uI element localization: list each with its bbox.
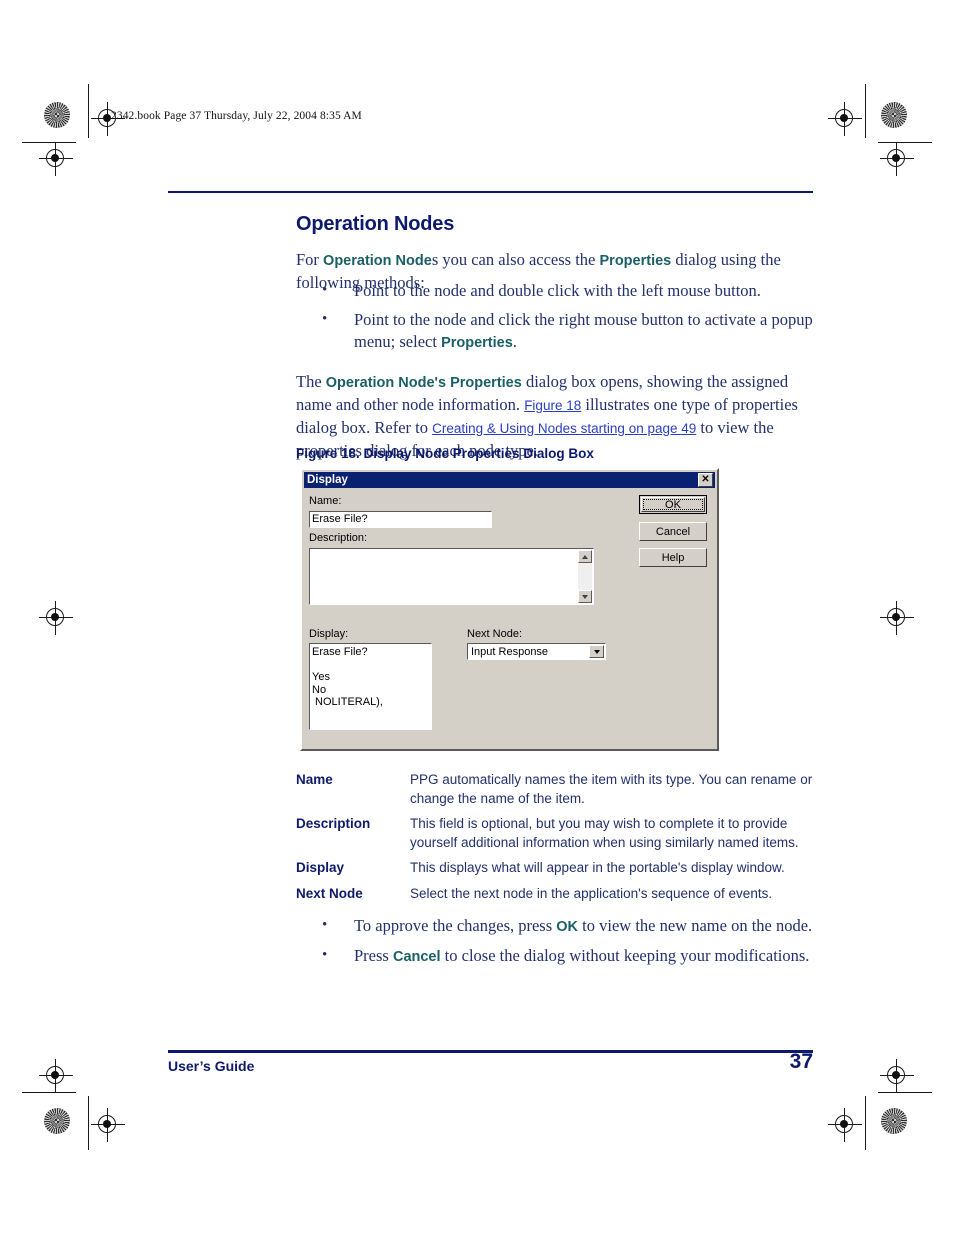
next-node-label: Next Node: [467,628,523,640]
method-bullet-list: Point to the node and double click with … [320,279,820,361]
file-stamp: 2342.book Page 37 Thursday, July 22, 200… [111,110,362,122]
figure-caption: Figure 18. Display Node Properties Dialo… [296,446,594,461]
definition-description: This field is optional, but you may wish… [410,816,799,850]
chevron-down-icon[interactable] [589,645,604,658]
footer-rule [168,1050,813,1053]
list-item: Press Cancel to close the dialog without… [320,944,820,968]
link-figure-18[interactable]: Figure 18 [524,398,581,413]
display-listbox[interactable]: Erase File? Yes No NOLITERAL), [309,643,432,730]
cancel-button-label: Cancel [655,525,691,538]
definition-term: Next Node [296,885,363,901]
next-node-value: Input Response [471,646,549,658]
dialog-titlebar[interactable]: Display ✕ [304,472,715,488]
scrollbar-track[interactable] [578,563,592,590]
header-rule [168,191,813,193]
list-item: Point to the node and click the right mo… [320,308,820,354]
bullet-term-properties: Properties [441,335,513,351]
bullet-text-1: Point to the node and double click with … [354,281,761,300]
list-item: To approve the changes, press OK to view… [320,914,820,938]
dialog-title: Display [307,474,348,486]
table-row: Display This displays what will appear i… [296,859,816,878]
para2-text-1: The [296,371,326,391]
field-definition-list: Name PPG automatically names the item wi… [296,771,816,910]
display-label: Display: [309,628,349,640]
scroll-up-icon[interactable] [578,550,592,563]
definition-description: Select the next node in the application'… [410,885,773,901]
close-icon[interactable]: ✕ [698,473,713,487]
description-label: Description: [309,532,368,544]
list-item: Point to the node and double click with … [320,279,820,302]
description-textarea[interactable] [309,548,594,605]
definition-term: Description [296,816,371,831]
name-label: Name: [309,495,342,507]
action-text-1: To approve the changes, press [354,916,557,935]
action-term-ok: OK [556,919,579,935]
footer-title: User’s Guide [168,1058,255,1074]
action-term-cancel: Cancel [392,949,441,965]
page-title: Operation Nodes [296,213,455,236]
page-content: 2342.book Page 37 Thursday, July 22, 200… [0,0,954,1235]
action-text-1: Press [354,946,393,965]
action-bullet-list: To approve the changes, press OK to view… [320,914,820,975]
bullet-text-2: . [512,332,517,351]
intro-text-1: For [296,249,324,269]
page-number: 37 [789,1050,813,1073]
definition-description: PPG automatically names the item with it… [410,772,813,806]
description-scrollbar[interactable] [578,550,592,603]
scroll-down-icon[interactable] [578,590,592,603]
link-creating-using-nodes[interactable]: Creating & Using Nodes starting on page … [432,421,696,436]
definition-term: Display [296,860,345,875]
table-row: Name PPG automatically names the item wi… [296,771,816,808]
next-node-dropdown[interactable]: Input Response [467,643,606,660]
para2-term-operation-node-properties: Operation Node's Properties [325,374,522,391]
bullet-text-1: Point to the node and click the right mo… [354,310,813,351]
table-row: Next Node Select the next node in the ap… [296,885,816,904]
definition-description: This displays what will appear in the po… [410,860,785,875]
ok-button[interactable]: OK [639,495,707,514]
intro-term-operation-node: Operation Node [323,252,432,269]
name-input[interactable]: Erase File? [309,511,492,528]
intro-term-properties: Properties [599,252,672,269]
intro-text-2: s you can also access the [431,249,600,269]
definition-term: Name [296,772,333,787]
ok-button-label: OK [665,498,681,511]
action-text-2: to view the new name on the node. [578,916,813,935]
action-text-2: to close the dialog without keeping your… [440,946,810,965]
cancel-button[interactable]: Cancel [639,522,707,541]
table-row: Description This field is optional, but … [296,815,816,852]
display-node-properties-dialog: Display ✕ Name: Erase File? Description:… [300,468,719,751]
help-button-label: Help [661,551,685,564]
help-button[interactable]: Help [639,548,707,567]
